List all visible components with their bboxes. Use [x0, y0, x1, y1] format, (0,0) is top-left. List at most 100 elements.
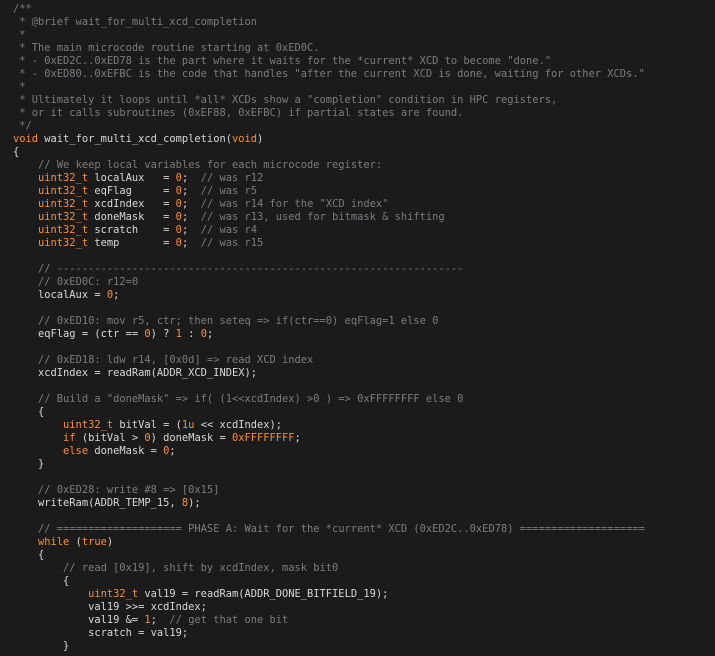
code-line[interactable]: // Build a "doneMask" => if( (1<<xcdInde… — [0, 393, 715, 406]
code-comment: * or it calls subroutines (0xEF88, 0xEFB… — [13, 107, 464, 119]
code-line[interactable]: writeRam(ADDR_TEMP_15, 8); — [0, 497, 715, 510]
code-line[interactable]: uint32_t eqFlag = 0; // was r5 — [0, 185, 715, 198]
code-line[interactable]: * - 0xED2C..0xED78 is the part where it … — [0, 55, 715, 68]
code-comment: // was r14 for the "XCD index" — [200, 198, 389, 210]
code-line[interactable]: // 0xED28: write #8 => [0x15] — [0, 484, 715, 497]
code-line[interactable]: scratch = val19; — [0, 627, 715, 640]
code-editor[interactable]: /** * @brief wait_for_multi_xcd_completi… — [0, 0, 715, 656]
code-line[interactable]: */ — [0, 120, 715, 133]
code-line[interactable]: * Ultimately it loops until *all* XCDs s… — [0, 94, 715, 107]
code-line[interactable]: // 0xED0C: r12=0 — [0, 276, 715, 289]
code-line[interactable] — [0, 510, 715, 523]
code-line[interactable]: // 0xED18: ldw r14, [0x0d] => read XCD i… — [0, 354, 715, 367]
code-line[interactable]: // ==================== PHASE A: Wait fo… — [0, 523, 715, 536]
code-line[interactable]: uint32_t doneMask = 0; // was r13, used … — [0, 211, 715, 224]
code-text: ; — [150, 614, 170, 626]
code-comment: // We keep local variables for each micr… — [38, 159, 383, 171]
code-line[interactable]: uint32_t temp = 0; // was r15 — [0, 237, 715, 250]
code-text: val19 = readRam(ADDR_DONE_BITFIELD_19); — [138, 588, 389, 600]
code-line[interactable]: * - 0xED80..0xEFBC is the code that hand… — [0, 68, 715, 81]
code-text: ; — [181, 198, 201, 210]
code-line[interactable]: if (bitVal > 0) doneMask = 0xFFFFFFFF; — [0, 432, 715, 445]
code-line[interactable]: // We keep local variables for each micr… — [0, 159, 715, 172]
code-line[interactable] — [0, 471, 715, 484]
code-keyword: true — [81, 536, 107, 548]
code-text: xcdIndex = readRam(ADDR_XCD_INDEX); — [13, 367, 257, 379]
code-line[interactable]: // 0xED10: mov r5, ctr; then seteq => if… — [0, 315, 715, 328]
code-line[interactable]: localAux = 0; — [0, 289, 715, 302]
code-comment: // 0xED28: write #8 => [0x15] — [38, 484, 220, 496]
code-text: ) — [257, 133, 264, 145]
code-text: localAux = — [13, 289, 107, 301]
code-line[interactable]: uint32_t scratch = 0; // was r4 — [0, 224, 715, 237]
code-line[interactable]: * — [0, 81, 715, 94]
code-line[interactable]: * or it calls subroutines (0xEF88, 0xEFB… — [0, 107, 715, 120]
code-type: uint32_t — [38, 172, 89, 184]
code-type: uint32_t — [63, 419, 114, 431]
code-line[interactable]: uint32_t xcdIndex = 0; // was r14 for th… — [0, 198, 715, 211]
code-text: (bitVal > — [75, 432, 145, 444]
code-text: { — [13, 549, 45, 561]
code-line[interactable]: eqFlag = (ctr == 0) ? 1 : 0; — [0, 328, 715, 341]
code-text: ) doneMask = — [150, 432, 232, 444]
code-line[interactable]: * — [0, 29, 715, 42]
code-line[interactable]: /** — [0, 3, 715, 16]
code-line[interactable]: xcdIndex = readRam(ADDR_XCD_INDEX); — [0, 367, 715, 380]
code-comment: // was r13, used for bitmask & shifting — [200, 211, 445, 223]
code-text: writeRam(ADDR_TEMP_15, — [13, 497, 182, 509]
code-text: ; — [206, 328, 214, 340]
code-line[interactable]: val19 >>= xcdIndex; — [0, 601, 715, 614]
code-text: doneMask = — [88, 445, 164, 457]
code-comment: // Build a "doneMask" => if( (1<<xcdInde… — [38, 393, 464, 405]
code-text: ; — [181, 224, 201, 236]
code-line[interactable]: uint32_t localAux = 0; // was r12 — [0, 172, 715, 185]
code-line[interactable]: { — [0, 146, 715, 159]
code-line[interactable]: void wait_for_multi_xcd_completion(void) — [0, 133, 715, 146]
code-keyword: if — [63, 432, 76, 444]
code-keyword: else — [63, 445, 89, 457]
code-line[interactable]: while (true) — [0, 536, 715, 549]
code-text: ; — [169, 445, 176, 457]
code-line[interactable]: { — [0, 575, 715, 588]
code-keyword: void — [231, 133, 257, 145]
code-comment: // 0xED10: mov r5, ctr; then seteq => if… — [38, 315, 439, 327]
code-comment: * The main microcode routine starting at… — [13, 42, 320, 54]
code-line[interactable]: { — [0, 549, 715, 562]
code-line[interactable] — [0, 250, 715, 263]
code-line[interactable]: uint32_t val19 = readRam(ADDR_DONE_BITFI… — [0, 588, 715, 601]
code-line[interactable] — [0, 380, 715, 393]
code-text: wait_for_multi_xcd_completion( — [38, 133, 232, 145]
code-line[interactable]: } — [0, 458, 715, 471]
code-comment: // 0xED18: ldw r14, [0x0d] => read XCD i… — [38, 354, 314, 366]
code-line[interactable]: * The main microcode routine starting at… — [0, 42, 715, 55]
code-line[interactable]: // -------------------------------------… — [0, 263, 715, 276]
code-line[interactable]: } — [0, 640, 715, 653]
code-line[interactable]: { — [0, 406, 715, 419]
code-type: uint32_t — [38, 185, 89, 197]
code-line[interactable] — [0, 341, 715, 354]
code-text: bitVal = ( — [113, 419, 182, 431]
code-line[interactable]: // read [0x19], shift by xcdIndex, mask … — [0, 562, 715, 575]
code-comment: * Ultimately it loops until *all* XCDs s… — [13, 94, 558, 106]
code-text: temp = — [88, 237, 176, 249]
code-line[interactable]: else doneMask = 0; — [0, 445, 715, 458]
code-text: scratch = — [88, 224, 176, 236]
code-text: } — [13, 640, 70, 652]
code-text: eqFlag = — [88, 185, 176, 197]
code-keyword: void — [13, 133, 39, 145]
code-text: scratch = val19; — [13, 627, 189, 639]
code-line[interactable]: val19 &= 1; // get that one bit — [0, 614, 715, 627]
code-text: ; — [294, 432, 301, 444]
code-line[interactable]: * @brief wait_for_multi_xcd_completion — [0, 16, 715, 29]
code-line[interactable] — [0, 302, 715, 315]
code-text: ; — [181, 172, 201, 184]
code-line[interactable]: uint32_t bitVal = (1u << xcdIndex); — [0, 419, 715, 432]
